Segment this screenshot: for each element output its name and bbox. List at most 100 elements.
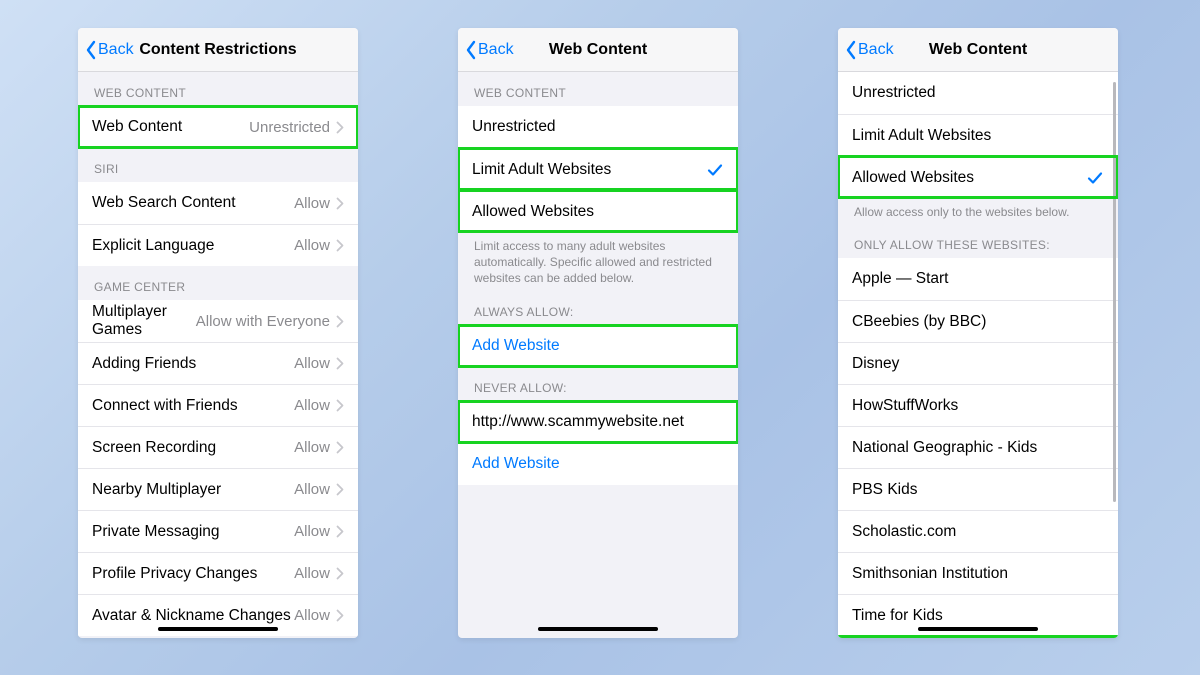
row-label: Multiplayer Games [92, 303, 196, 339]
list-item[interactable]: National Geographic - Kids [838, 426, 1118, 468]
row-label: Avatar & Nickname Changes [92, 607, 294, 625]
list-item[interactable]: HowStuffWorks [838, 384, 1118, 426]
group-allowed-websites: Apple — Start CBeebies (by BBC) Disney HowS… [838, 258, 1118, 638]
back-button[interactable]: Back [844, 40, 894, 60]
section-header-web-content: WEB CONTENT [78, 72, 358, 106]
chevron-right-icon [336, 483, 344, 496]
back-label: Back [858, 41, 894, 59]
row-value: Allow [294, 355, 336, 372]
row-web-content[interactable]: Web Content Unrestricted [78, 106, 358, 148]
list-item[interactable]: PBS Kids [838, 468, 1118, 510]
home-indicator[interactable] [538, 627, 658, 632]
row-label: Profile Privacy Changes [92, 565, 294, 583]
footer-note: Limit access to many adult websites auto… [458, 232, 738, 291]
group-never-allow: http://www.scammywebsite.net Add Website [458, 401, 738, 485]
home-indicator[interactable] [158, 627, 278, 632]
row-value: Allow [294, 565, 336, 582]
scroll-area[interactable]: Unrestricted Limit Adult Websites Allowed … [838, 72, 1118, 638]
chevron-right-icon [336, 399, 344, 412]
chevron-left-icon [844, 40, 858, 60]
screenshot-content-restrictions: Back Content Restrictions WEB CONTENT We… [78, 28, 358, 638]
list-item[interactable]: Disney [838, 342, 1118, 384]
checkmark-icon [706, 161, 724, 179]
chevron-right-icon [336, 441, 344, 454]
row-label: Disney [852, 355, 1104, 373]
row-label: Smithsonian Institution [852, 565, 1104, 583]
add-website-button[interactable]: Add Website [458, 443, 738, 485]
option-row[interactable]: Limit Adult Websites [458, 148, 738, 190]
row-label: Apple — Start [852, 270, 1104, 288]
screenshot-web-content-limit: Back Web Content WEB CONTENT Unrestricte… [458, 28, 738, 638]
settings-row[interactable]: Nearby MultiplayerAllow [78, 468, 358, 510]
scroll-area[interactable]: WEB CONTENT Web Content Unrestricted SIR… [78, 72, 358, 638]
back-button[interactable]: Back [84, 40, 134, 60]
checkmark-icon [1086, 169, 1104, 187]
row-blocked-website[interactable]: http://www.scammywebsite.net [458, 401, 738, 443]
option-row[interactable]: Limit Adult Websites [838, 114, 1118, 156]
option-row[interactable]: Unrestricted [458, 106, 738, 148]
row-label: Unrestricted [472, 118, 724, 136]
nav-bar: Back Web Content [838, 28, 1118, 72]
chevron-right-icon [336, 609, 344, 622]
chevron-left-icon [464, 40, 478, 60]
settings-row[interactable]: Private MessagingAllow [78, 510, 358, 552]
row-label: Limit Adult Websites [852, 127, 1104, 145]
chevron-right-icon [336, 525, 344, 538]
option-row[interactable]: Allowed Websites [458, 190, 738, 232]
option-row[interactable]: Allowed Websites [838, 156, 1118, 198]
list-item[interactable]: Scholastic.com [838, 510, 1118, 552]
nav-bar: Back Content Restrictions [78, 28, 358, 72]
back-button[interactable]: Back [464, 40, 514, 60]
settings-row[interactable]: Screen RecordingAllow [78, 426, 358, 468]
settings-row[interactable]: Explicit LanguageAllow [78, 224, 358, 266]
row-label: Unrestricted [852, 84, 1104, 102]
scrollbar[interactable] [1113, 82, 1116, 502]
add-website-button[interactable]: Add Website [458, 325, 738, 367]
row-label: Allowed Websites [852, 169, 1086, 187]
row-label: National Geographic - Kids [852, 439, 1104, 457]
settings-row[interactable]: Web Search ContentAllow [78, 182, 358, 224]
home-indicator[interactable] [918, 627, 1038, 632]
section-header-game-center: GAME CENTER [78, 266, 358, 300]
row-label: Connect with Friends [92, 397, 294, 415]
row-label: Allowed Websites [472, 203, 724, 221]
row-label: Limit Adult Websites [472, 161, 706, 179]
group-web-content-options: Unrestricted Limit Adult Websites Allowed … [458, 106, 738, 232]
settings-row[interactable]: Profile Privacy ChangesAllow [78, 552, 358, 594]
screenshot-web-content-allowed: Back Web Content Unrestricted Limit Adult… [838, 28, 1118, 638]
option-row[interactable]: Unrestricted [838, 72, 1118, 114]
row-label: http://www.scammywebsite.net [472, 413, 724, 431]
row-label: Add Website [472, 455, 724, 473]
list-item[interactable]: Apple — Start [838, 258, 1118, 300]
row-label: Web Search Content [92, 194, 294, 212]
settings-row[interactable]: Multiplayer GamesAllow with Everyone [78, 300, 358, 342]
row-value: Allow [294, 439, 336, 456]
settings-row[interactable]: Adding FriendsAllow [78, 342, 358, 384]
chevron-right-icon [336, 567, 344, 580]
list-item[interactable]: CBeebies (by BBC) [838, 300, 1118, 342]
row-value: Allow [294, 237, 336, 254]
row-label: PBS Kids [852, 481, 1104, 499]
section-header-web-content: WEB CONTENT [458, 72, 738, 106]
chevron-right-icon [336, 197, 344, 210]
settings-row[interactable]: Connect with FriendsAllow [78, 384, 358, 426]
back-label: Back [478, 41, 514, 59]
row-value: Allow [294, 523, 336, 540]
list-item[interactable]: Smithsonian Institution [838, 552, 1118, 594]
section-header-siri: SIRI [78, 148, 358, 182]
row-label: Time for Kids [852, 607, 1104, 625]
row-value: Allow [294, 481, 336, 498]
row-label: Web Content [92, 118, 249, 136]
row-value: Allow [294, 195, 336, 212]
nav-bar: Back Web Content [458, 28, 738, 72]
row-label: Scholastic.com [852, 523, 1104, 541]
group-web-content-options: Unrestricted Limit Adult Websites Allowed … [838, 72, 1118, 198]
scroll-area[interactable]: WEB CONTENT Unrestricted Limit Adult Webs… [458, 72, 738, 638]
section-header-never-allow: NEVER ALLOW: [458, 367, 738, 401]
row-label: Add Website [472, 337, 724, 355]
chevron-left-icon [84, 40, 98, 60]
row-value: Unrestricted [249, 119, 336, 136]
row-value: Allow [294, 607, 336, 624]
row-label: Nearby Multiplayer [92, 481, 294, 499]
add-website-button[interactable]: Add Website [838, 636, 1118, 638]
